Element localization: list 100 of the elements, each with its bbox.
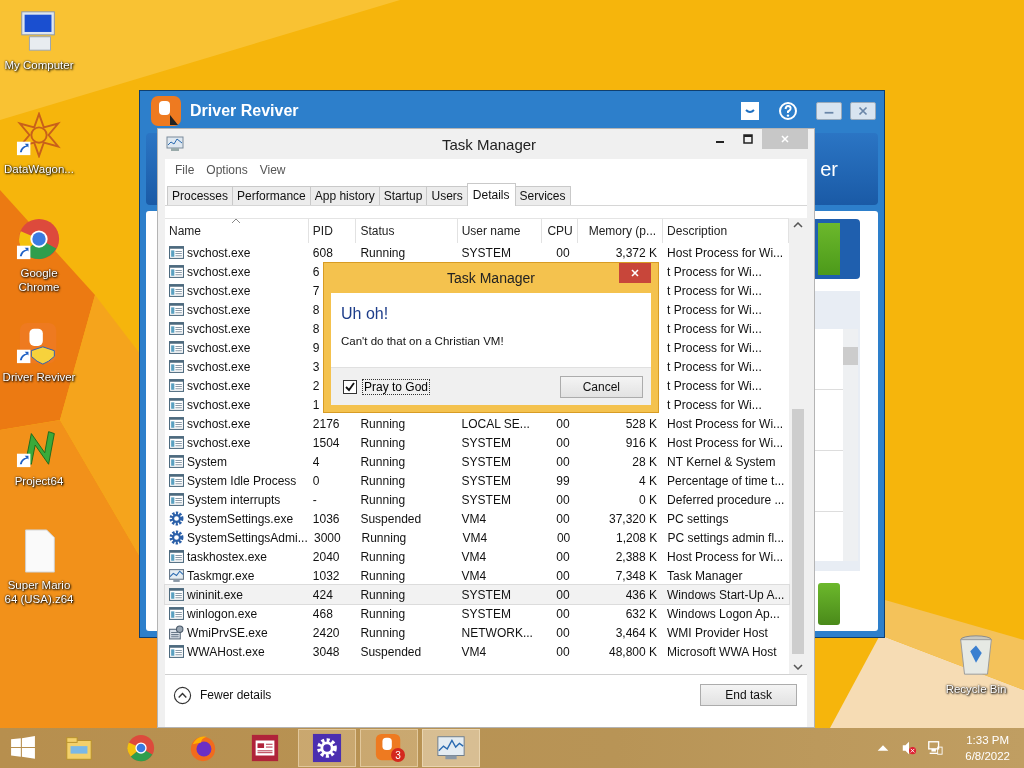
help-icon[interactable] bbox=[778, 101, 798, 121]
gear-icon bbox=[169, 530, 184, 545]
table-cell: 00 bbox=[556, 511, 570, 526]
table-cell: 3000 bbox=[314, 530, 341, 545]
table-cell: VM4 bbox=[461, 549, 487, 564]
table-cell: Running bbox=[360, 473, 406, 488]
window-icon bbox=[169, 302, 184, 317]
table-cell: 436 K bbox=[625, 587, 658, 602]
table-cell: SystemSettings.exe bbox=[187, 511, 294, 526]
table-cell: Taskmgr.exe bbox=[187, 568, 255, 583]
table-cell: PC settings admin fl... bbox=[667, 530, 785, 545]
table-cell: 2420 bbox=[312, 625, 340, 640]
taskbar-button[interactable]: 3 bbox=[360, 729, 418, 767]
table-cell: wininit.exe bbox=[187, 587, 244, 602]
table-cell: svchost.exe bbox=[187, 283, 251, 298]
table-cell: 1 bbox=[312, 397, 320, 412]
tab[interactable]: Services bbox=[514, 186, 571, 205]
window-icon bbox=[169, 397, 184, 412]
tab[interactable]: App history bbox=[309, 186, 380, 205]
checkbox-label[interactable]: Pray to God bbox=[363, 379, 430, 394]
table-cell: Windows Start-Up A... bbox=[667, 587, 785, 602]
table-cell: 2 bbox=[312, 378, 320, 393]
table-cell: NT Kernel & System bbox=[667, 454, 776, 469]
column-header[interactable]: Memory (p... bbox=[577, 219, 664, 243]
scrollbar[interactable] bbox=[843, 329, 858, 561]
table-cell: System interrupts bbox=[187, 492, 281, 507]
table-cell: 7,348 K bbox=[615, 568, 658, 583]
table-cell: Windows Logon Ap... bbox=[667, 606, 780, 621]
end-task-button[interactable]: End task bbox=[700, 684, 797, 706]
dialog-heading: Uh oh! bbox=[341, 305, 390, 323]
table-cell: 00 bbox=[556, 492, 570, 507]
cancel-button[interactable]: Cancel bbox=[559, 375, 643, 398]
table-cell: t Process for Wi... bbox=[667, 283, 762, 298]
table-cell: 3 bbox=[312, 359, 320, 374]
chart-icon bbox=[166, 136, 184, 152]
selected-row[interactable]: wininit.exe 424 Running SYSTEM 00 436 K Windows Start-Up A... bbox=[165, 585, 789, 604]
tab[interactable]: Performance bbox=[232, 186, 311, 205]
window-icon bbox=[169, 340, 184, 355]
table-cell: 00 bbox=[556, 625, 570, 640]
window-icon bbox=[169, 416, 184, 431]
scroll-up-icon[interactable] bbox=[793, 222, 803, 228]
table-cell: 528 K bbox=[625, 416, 658, 431]
tab[interactable]: Startup bbox=[378, 186, 428, 205]
collapse-icon[interactable] bbox=[173, 685, 192, 705]
table-cell: 424 bbox=[312, 587, 333, 602]
close-button[interactable] bbox=[619, 263, 651, 283]
column-header[interactable]: Name bbox=[165, 219, 309, 243]
network-icon[interactable] bbox=[927, 740, 944, 756]
table-cell: 00 bbox=[556, 549, 570, 564]
table-cell: Running bbox=[360, 245, 406, 260]
app-icon[interactable] bbox=[16, 112, 62, 158]
close-button[interactable] bbox=[850, 102, 876, 120]
table-cell: WmiPrvSE.exe bbox=[187, 625, 268, 640]
scroll-down-icon[interactable] bbox=[793, 664, 803, 670]
news-icon bbox=[250, 733, 280, 763]
tab[interactable]: Processes bbox=[167, 186, 234, 205]
tab[interactable]: Users bbox=[426, 186, 468, 205]
table-cell: SYSTEM bbox=[461, 606, 511, 621]
table-cell: 00 bbox=[556, 530, 571, 545]
table-cell: svchost.exe bbox=[187, 302, 251, 317]
service-icon bbox=[169, 625, 184, 640]
scrollbar[interactable] bbox=[789, 218, 807, 674]
table-cell: 1,208 K bbox=[616, 530, 658, 545]
table-cell: 1036 bbox=[312, 511, 340, 526]
table-cell: System bbox=[187, 454, 227, 469]
table-cell: 6 bbox=[312, 264, 320, 279]
browser-icon[interactable] bbox=[16, 216, 62, 262]
menu-item[interactable]: View bbox=[255, 162, 290, 178]
taskbar-button[interactable] bbox=[298, 729, 356, 767]
app-logo-icon bbox=[150, 95, 182, 127]
speaker-muted-icon[interactable] bbox=[901, 740, 918, 756]
gear-icon bbox=[169, 511, 184, 526]
table-cell: 1032 bbox=[312, 568, 340, 583]
menu-item[interactable]: File bbox=[171, 162, 199, 178]
tab[interactable]: Details bbox=[466, 183, 516, 206]
table-cell: svchost.exe bbox=[187, 378, 251, 393]
column-header[interactable]: Status bbox=[356, 219, 458, 243]
chat-icon[interactable] bbox=[740, 101, 760, 121]
fewer-details-link[interactable]: Fewer details bbox=[200, 688, 272, 702]
close-icon bbox=[856, 106, 870, 116]
close-icon bbox=[779, 133, 791, 145]
table-cell: NETWORK... bbox=[461, 625, 533, 640]
table-cell: 8 bbox=[312, 302, 320, 317]
windows-start-icon[interactable] bbox=[10, 735, 36, 761]
column-header[interactable]: User name bbox=[457, 219, 542, 243]
table-cell: t Process for Wi... bbox=[667, 264, 762, 279]
checkbox[interactable] bbox=[343, 379, 357, 394]
table-cell: Percentage of time t... bbox=[667, 473, 785, 488]
table-cell: 00 bbox=[556, 568, 570, 583]
table-cell: t Process for Wi... bbox=[667, 397, 762, 412]
table-cell: 7 bbox=[312, 283, 320, 298]
column-header[interactable]: PID bbox=[308, 219, 357, 243]
column-header[interactable]: CPU bbox=[541, 219, 578, 243]
table-cell: 632 K bbox=[625, 606, 658, 621]
chart-icon bbox=[169, 568, 184, 583]
window-icon bbox=[169, 264, 184, 279]
window-title: Driver Reviver bbox=[190, 102, 299, 120]
table-cell: SYSTEM bbox=[461, 454, 511, 469]
window-icon bbox=[169, 492, 184, 507]
menu-item[interactable]: Options bbox=[202, 162, 252, 178]
